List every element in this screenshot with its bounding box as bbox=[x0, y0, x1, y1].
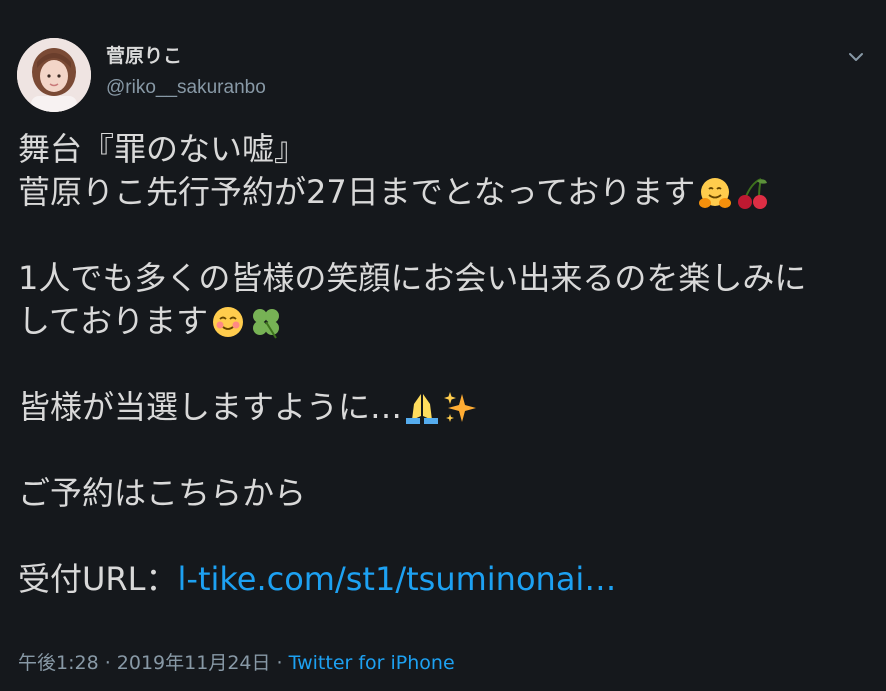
tweet-line-text: しております bbox=[18, 302, 209, 340]
folded-hands-icon bbox=[404, 390, 440, 426]
avatar-image bbox=[17, 38, 91, 112]
tweet-line: 1人でも多くの皆様の笑顔にお会い出来るのを楽しみに bbox=[18, 259, 807, 297]
chevron-down-icon[interactable] bbox=[845, 46, 867, 68]
tweet-card: 菅原りこ @riko__sakuranbo 舞台『罪のない嘘』 菅原りこ先行予約… bbox=[0, 0, 886, 691]
url-prefix: 受付URL： bbox=[18, 560, 178, 598]
tweet-line: 皆様が当選しますように… bbox=[18, 386, 868, 429]
hugging-face-emoji-icon bbox=[697, 175, 733, 211]
smiling-face-icon bbox=[210, 304, 246, 340]
display-name[interactable]: 菅原りこ bbox=[106, 44, 182, 68]
tweet-date[interactable]: 2019年11月24日 bbox=[117, 652, 271, 674]
cherries-icon bbox=[735, 175, 771, 211]
tweet-text: 舞台『罪のない嘘』 菅原りこ先行予約が27日までとなっております 1人でも多くの… bbox=[18, 128, 868, 601]
tweet-line: 菅原りこ先行予約が27日までとなっております bbox=[18, 171, 868, 214]
four-leaf-clover-icon bbox=[248, 304, 284, 340]
sparkles-icon bbox=[442, 390, 478, 426]
tweet-meta: 午後1:28 · 2019年11月24日 · Twitter for iPhon… bbox=[18, 650, 455, 676]
tweet-line: 舞台『罪のない嘘』 bbox=[18, 130, 307, 168]
tweet-source-link[interactable]: Twitter for iPhone bbox=[289, 652, 455, 674]
reservation-link[interactable]: l-tike.com/st1/tsuminonai… bbox=[178, 558, 617, 601]
tweet-line: しております bbox=[18, 300, 868, 343]
meta-separator: · bbox=[98, 652, 117, 674]
tweet-line: 受付URL： l-tike.com/st1/tsuminonai… bbox=[18, 558, 868, 601]
tweet-line-text: 皆様が当選しますように… bbox=[18, 388, 403, 426]
tweet-time[interactable]: 午後1:28 bbox=[18, 652, 99, 674]
meta-separator: · bbox=[270, 652, 289, 674]
user-handle[interactable]: @riko__sakuranbo bbox=[106, 76, 266, 100]
tweet-line: ご予約はこちらから bbox=[18, 474, 307, 512]
tweet-line-text: 菅原りこ先行予約が27日までとなっております bbox=[18, 173, 696, 211]
avatar[interactable] bbox=[17, 38, 91, 112]
